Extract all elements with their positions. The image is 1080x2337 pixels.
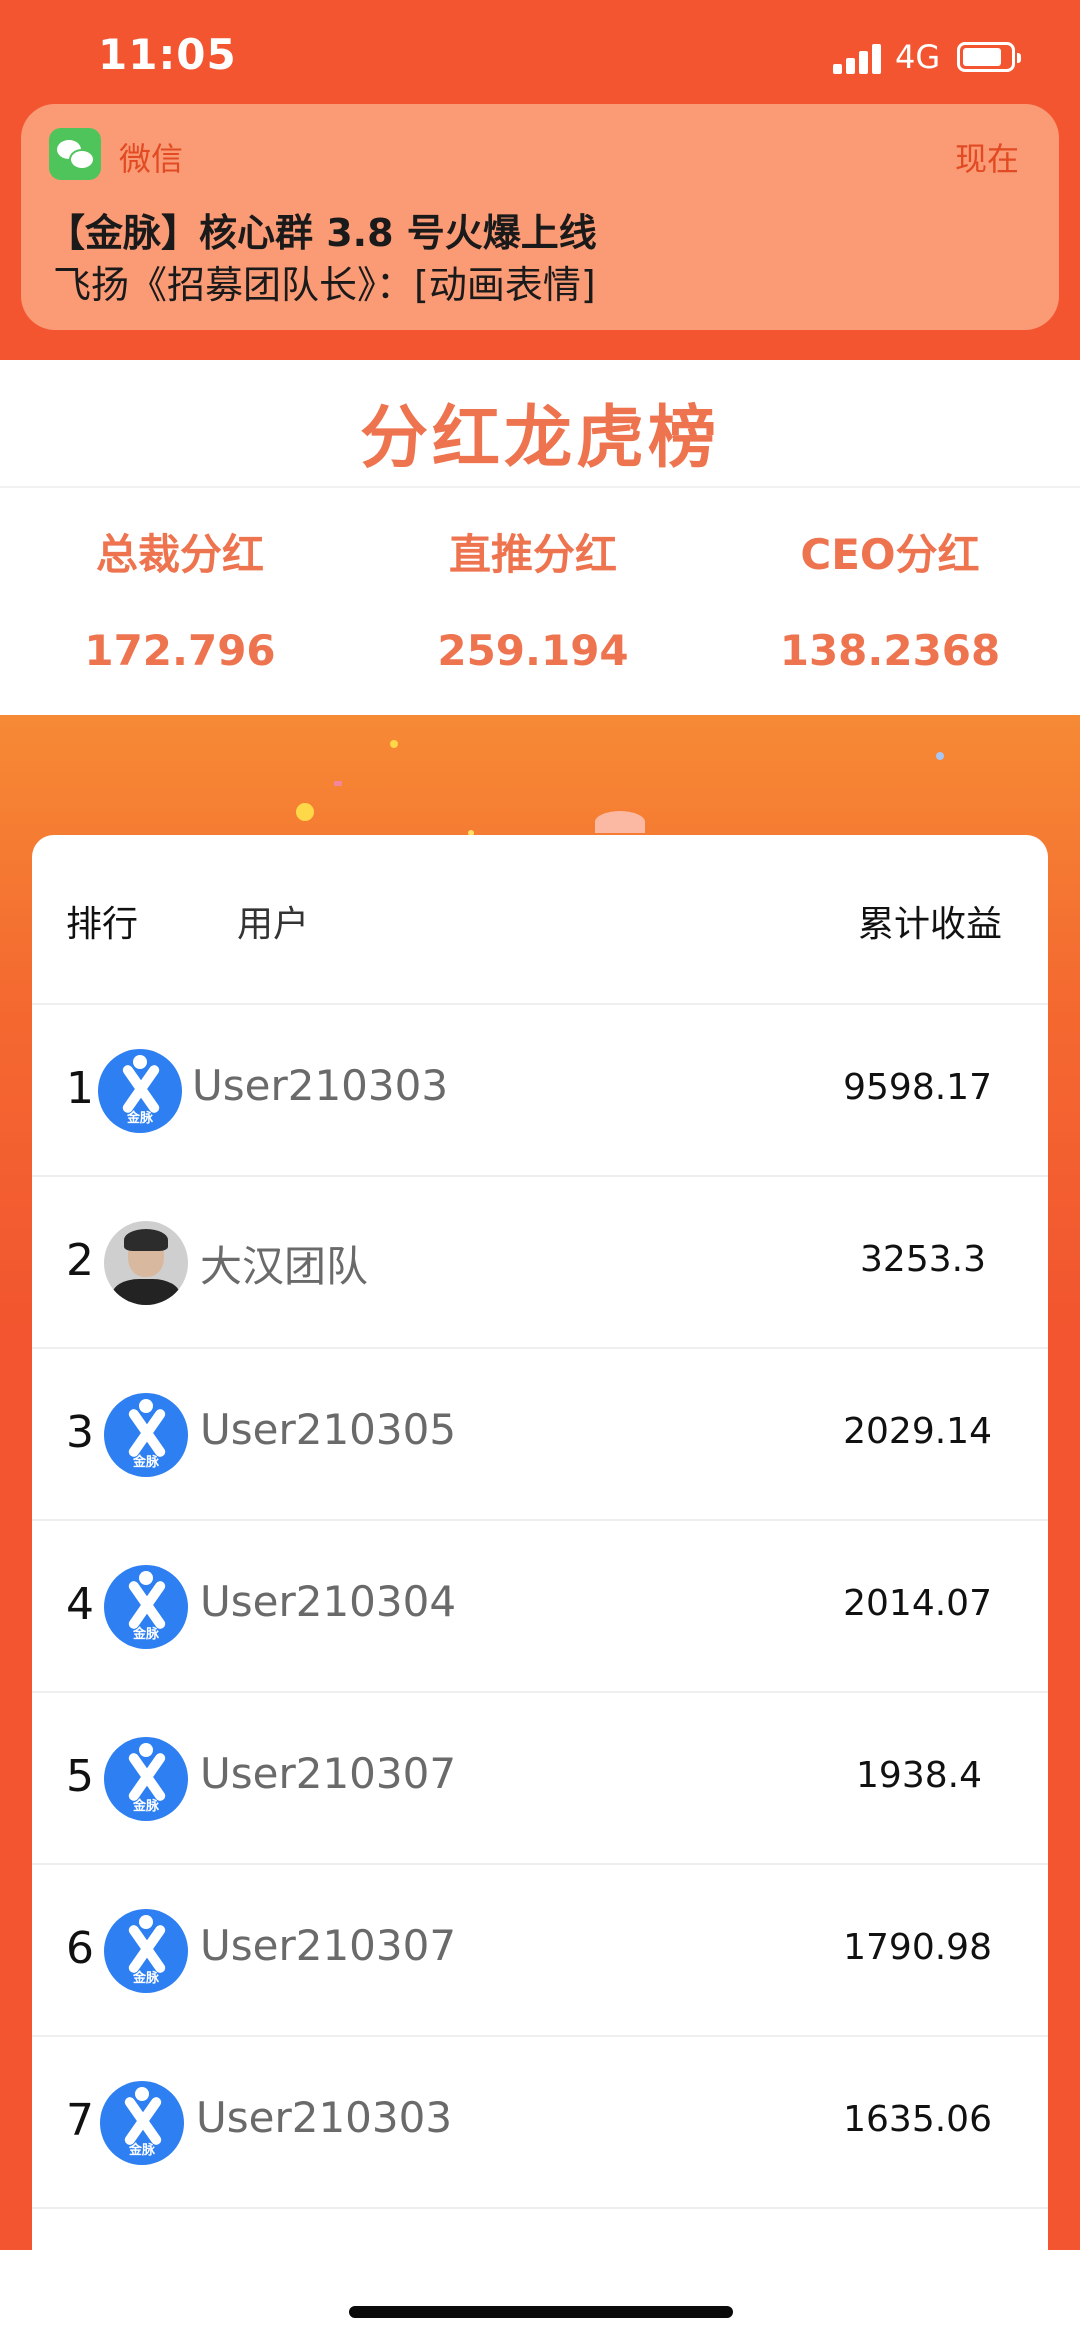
brand-logo-avatar: 金脉 bbox=[104, 1909, 188, 1993]
leaderboard-row[interactable]: 7 金脉 User210303 1635.06 bbox=[32, 2037, 1048, 2209]
row-total-earnings: 2014.07 bbox=[843, 1583, 992, 1624]
row-rank: 2 bbox=[66, 1235, 94, 1286]
stat-label: 直推分红 bbox=[448, 530, 617, 579]
status-bar: 11:05 4G bbox=[0, 0, 1080, 100]
row-user-name: User210305 bbox=[200, 1405, 457, 1454]
row-rank: 6 bbox=[66, 1923, 94, 1974]
home-indicator[interactable] bbox=[349, 2306, 733, 2318]
row-rank: 7 bbox=[66, 2095, 94, 2146]
decoration-shape bbox=[595, 811, 645, 833]
row-user-name: User210304 bbox=[200, 1577, 457, 1626]
notification-app-name: 微信 bbox=[119, 140, 184, 178]
row-user-name: User210307 bbox=[200, 1749, 457, 1798]
page-title: 分红龙虎榜 bbox=[359, 399, 720, 478]
user-photo-avatar bbox=[104, 1221, 188, 1305]
top-header: 11:05 4G 微信 现在 【金脉】核心群 3.8 号火爆上线 飞扬《招募团队… bbox=[0, 0, 1080, 360]
leaderboard-row[interactable]: 3 金脉 User210305 2029.14 bbox=[32, 1349, 1048, 1521]
stat-direct-dividend: 直推分红 259.194 bbox=[353, 525, 713, 681]
row-rank: 1 bbox=[66, 1063, 94, 1114]
wechat-icon bbox=[49, 128, 101, 180]
row-total-earnings: 3253.3 bbox=[860, 1239, 986, 1280]
leaderboard-row[interactable]: 2 大汉团队 3253.3 bbox=[32, 1177, 1048, 1349]
row-total-earnings: 1790.98 bbox=[843, 1927, 992, 1968]
network-label: 4G bbox=[895, 38, 941, 76]
dividend-summary: 分红龙虎榜 总裁分红 172.796 直推分红 259.194 CEO分红 13… bbox=[0, 360, 1080, 715]
confetti-dot bbox=[334, 781, 342, 786]
page: 11:05 4G 微信 现在 【金脉】核心群 3.8 号火爆上线 飞扬《招募团队… bbox=[0, 0, 1080, 2337]
row-total-earnings: 2029.14 bbox=[843, 1411, 992, 1452]
brand-logo-avatar: 金脉 bbox=[98, 1049, 182, 1133]
confetti-dot bbox=[296, 803, 314, 821]
column-header-user: 用户 bbox=[237, 904, 310, 945]
notification-title: 【金脉】核心群 3.8 号火爆上线 bbox=[47, 211, 597, 255]
stat-value: 138.2368 bbox=[779, 626, 1001, 675]
column-header-rank: 排行 bbox=[66, 904, 139, 945]
stat-value: 259.194 bbox=[437, 626, 629, 675]
notification-body: 飞扬《招募团队长》：[动画表情] bbox=[53, 263, 596, 307]
brand-logo-avatar: 金脉 bbox=[104, 1737, 188, 1821]
confetti-dot bbox=[390, 740, 398, 748]
confetti-dot bbox=[936, 752, 944, 760]
stat-label: CEO分红 bbox=[800, 530, 980, 579]
row-total-earnings: 1938.4 bbox=[856, 1755, 982, 1796]
battery-icon bbox=[957, 42, 1021, 72]
brand-logo-avatar: 金脉 bbox=[104, 1393, 188, 1477]
row-total-earnings: 1635.06 bbox=[843, 2099, 992, 2140]
row-rank: 4 bbox=[66, 1579, 94, 1630]
leaderboard-row[interactable]: 6 金脉 User210307 1790.98 bbox=[32, 1865, 1048, 2037]
stat-label: 总裁分红 bbox=[95, 530, 264, 579]
leaderboard-card: 排行 用户 累计收益 1 金脉 User210303 9598.17 2 大汉团… bbox=[32, 835, 1048, 2250]
leaderboard-rows: 1 金脉 User210303 9598.17 2 大汉团队 3253.3 3 bbox=[32, 1005, 1048, 2209]
row-user-name: 大汉团队 bbox=[200, 1242, 369, 1291]
leaderboard-header: 排行 用户 累计收益 bbox=[32, 835, 1048, 1005]
row-user-name: User210303 bbox=[192, 1061, 449, 1110]
stat-ceo-dividend: CEO分红 138.2368 bbox=[710, 525, 1070, 681]
wechat-notification[interactable]: 微信 现在 【金脉】核心群 3.8 号火爆上线 飞扬《招募团队长》：[动画表情] bbox=[21, 104, 1059, 330]
notification-time: 现在 bbox=[954, 140, 1019, 178]
stat-president-dividend: 总裁分红 172.796 bbox=[0, 525, 360, 681]
status-time: 11:05 bbox=[98, 30, 237, 79]
row-user-name: User210307 bbox=[200, 1921, 457, 1970]
stat-value: 172.796 bbox=[84, 626, 276, 675]
brand-logo-avatar: 金脉 bbox=[100, 2081, 184, 2165]
leaderboard-row[interactable]: 5 金脉 User210307 1938.4 bbox=[32, 1693, 1048, 1865]
bottom-bar bbox=[0, 2250, 1080, 2337]
brand-logo-avatar: 金脉 bbox=[104, 1565, 188, 1649]
leaderboard-row[interactable]: 4 金脉 User210304 2014.07 bbox=[32, 1521, 1048, 1693]
row-rank: 3 bbox=[66, 1407, 94, 1458]
signal-icon bbox=[833, 42, 885, 74]
leaderboard-row[interactable]: 1 金脉 User210303 9598.17 bbox=[32, 1005, 1048, 1177]
column-header-total: 累计收益 bbox=[857, 904, 1002, 945]
row-rank: 5 bbox=[66, 1751, 94, 1802]
divider bbox=[0, 486, 1080, 488]
row-user-name: User210303 bbox=[196, 2093, 453, 2142]
row-total-earnings: 9598.17 bbox=[843, 1067, 992, 1108]
